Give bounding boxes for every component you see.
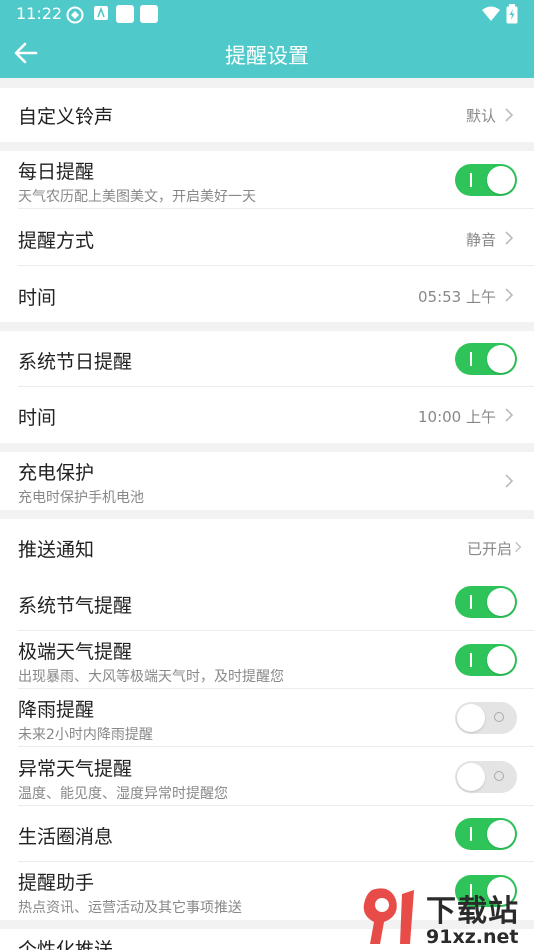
status-bar: 11:22 bbox=[0, 0, 534, 28]
setting-holiday-reminder: 系统节日提醒 bbox=[0, 331, 534, 387]
setting-reminder-method[interactable]: 提醒方式 静音 bbox=[0, 209, 534, 266]
chevron-right-icon bbox=[515, 541, 522, 553]
extreme-weather-toggle[interactable] bbox=[455, 644, 517, 676]
setting-solar-terms-reminder: 系统节气提醒 bbox=[0, 574, 534, 631]
setting-abnormal-weather-reminder: 异常天气提醒 温度、能见度、湿度异常时提醒您 bbox=[0, 747, 534, 806]
setting-label: 生活圈消息 bbox=[18, 826, 114, 848]
setting-label: 充电保护 bbox=[18, 462, 95, 484]
setting-daily-reminder: 每日提醒 天气农历配上美图美文，开启美好一天 bbox=[0, 151, 534, 209]
setting-value: 已开启 bbox=[466, 540, 512, 558]
setting-value: 静音 bbox=[465, 231, 496, 249]
chevron-right-icon bbox=[505, 408, 514, 422]
setting-push-notification[interactable]: 推送通知 已开启 bbox=[0, 519, 534, 574]
setting-ringtone[interactable]: 自定义铃声 默认 bbox=[0, 88, 534, 142]
chevron-right-icon bbox=[505, 108, 514, 122]
setting-label: 降雨提醒 bbox=[18, 699, 95, 721]
setting-label: 每日提醒 bbox=[18, 161, 95, 183]
setting-daily-time[interactable]: 时间 05:53 上午 bbox=[0, 266, 534, 322]
setting-label: 极端天气提醒 bbox=[18, 641, 133, 663]
watermark-title: 下载站 bbox=[426, 894, 519, 929]
setting-value: 默认 bbox=[465, 107, 496, 125]
setting-community-messages: 生活圈消息 bbox=[0, 806, 534, 862]
chevron-right-icon bbox=[505, 474, 514, 488]
setting-label: 时间 bbox=[18, 407, 57, 429]
setting-rain-reminder: 降雨提醒 未来2小时内降雨提醒 bbox=[0, 689, 534, 747]
setting-label: 提醒方式 bbox=[18, 230, 95, 252]
setting-label: 自定义铃声 bbox=[18, 106, 114, 128]
wifi-icon bbox=[482, 6, 500, 21]
page-title: 提醒设置 bbox=[225, 44, 309, 68]
setting-charging-protection[interactable]: 充电保护 充电时保护手机电池 bbox=[0, 452, 534, 510]
solar-terms-toggle[interactable] bbox=[455, 586, 517, 618]
chevron-right-icon bbox=[505, 288, 514, 302]
app-notification-icon bbox=[94, 6, 108, 20]
daily-reminder-toggle[interactable] bbox=[455, 164, 517, 196]
setting-description: 温度、能见度、湿度异常时提醒您 bbox=[18, 786, 228, 802]
chevron-right-icon bbox=[505, 231, 514, 245]
setting-description: 热点资讯、运营活动及其它事项推送 bbox=[18, 900, 242, 916]
sync-icon bbox=[66, 6, 84, 24]
setting-label: 时间 bbox=[18, 287, 57, 309]
community-messages-toggle[interactable] bbox=[455, 818, 517, 850]
setting-label: 个性化推送 bbox=[18, 939, 114, 950]
setting-holiday-time[interactable]: 时间 10:00 上午 bbox=[0, 387, 534, 443]
rain-reminder-toggle[interactable] bbox=[455, 702, 517, 734]
setting-label: 推送通知 bbox=[18, 539, 95, 561]
notification-square-icon bbox=[116, 5, 134, 23]
setting-value: 05:53 上午 bbox=[418, 288, 496, 306]
setting-value: 10:00 上午 bbox=[418, 408, 496, 426]
setting-label: 异常天气提醒 bbox=[18, 758, 133, 780]
holiday-reminder-toggle[interactable] bbox=[455, 343, 517, 375]
setting-label: 系统节气提醒 bbox=[18, 595, 133, 617]
app-bar: 提醒设置 bbox=[0, 28, 534, 78]
setting-label: 提醒助手 bbox=[18, 872, 95, 894]
setting-description: 天气农历配上美图美文，开启美好一天 bbox=[18, 189, 256, 205]
status-time: 11:22 bbox=[16, 4, 63, 23]
watermark-91-icon bbox=[363, 888, 414, 944]
setting-description: 出现暴雨、大风等极端天气时，及时提醒您 bbox=[18, 669, 284, 685]
watermark-domain: 91xz.net bbox=[426, 926, 519, 948]
setting-extreme-weather-reminder: 极端天气提醒 出现暴雨、大风等极端天气时，及时提醒您 bbox=[0, 631, 534, 689]
abnormal-weather-toggle[interactable] bbox=[455, 761, 517, 793]
setting-description: 充电时保护手机电池 bbox=[18, 490, 144, 506]
setting-label: 系统节日提醒 bbox=[18, 351, 133, 373]
notification-square-icon bbox=[140, 5, 158, 23]
battery-charging-icon bbox=[506, 4, 518, 24]
watermark-logo: 下载站 91xz.net bbox=[362, 886, 530, 950]
setting-description: 未来2小时内降雨提醒 bbox=[18, 727, 153, 743]
